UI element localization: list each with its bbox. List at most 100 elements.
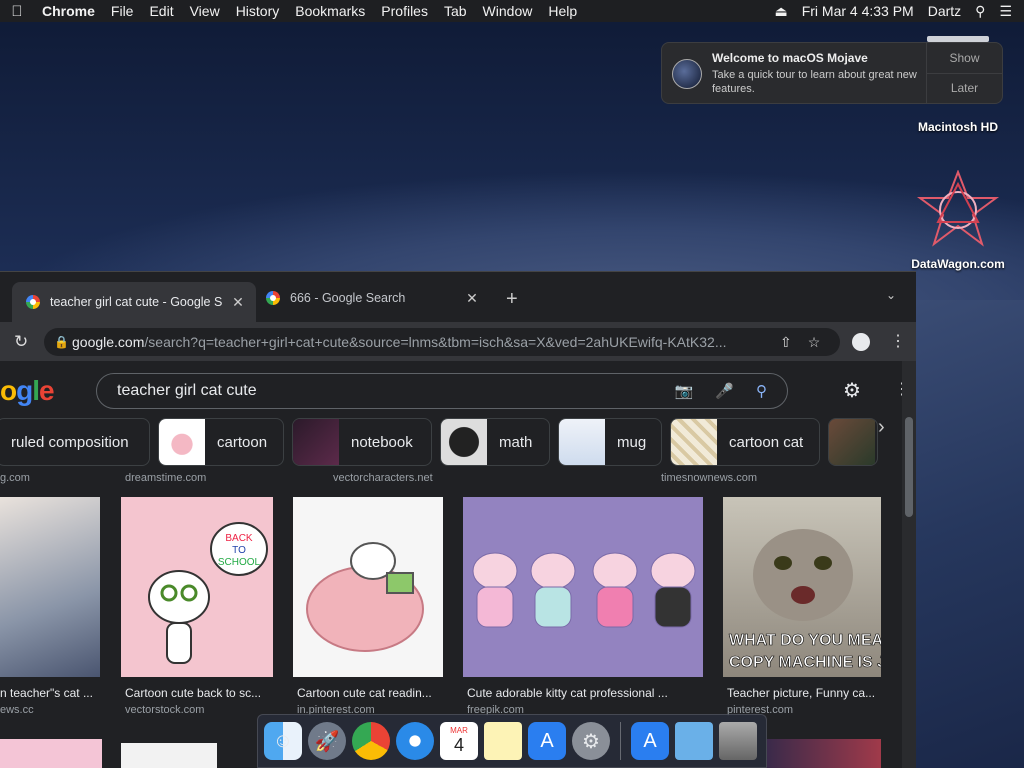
eject-icon[interactable]: ⏏: [774, 3, 787, 20]
result-source[interactable]: vectorcharacters.net: [333, 472, 433, 484]
search-query[interactable]: teacher girl cat cute: [117, 382, 675, 400]
launchpad-icon[interactable]: 🚀: [308, 722, 346, 760]
speech-text: SCHOOL: [218, 557, 261, 568]
spotlight-icon[interactable]: ⚲: [975, 3, 985, 20]
reload-icon[interactable]: ↻: [14, 332, 28, 352]
scrollbar-thumb[interactable]: [905, 417, 913, 517]
result-image-kitty-professional[interactable]: [463, 497, 703, 677]
menu-view[interactable]: View: [182, 3, 228, 19]
desktop-icon-datawagon[interactable]: DataWagon.com: [902, 169, 1014, 271]
result-image-back-to-school[interactable]: BACK TO SCHOOL: [121, 497, 273, 677]
notification-title: Welcome to macOS Mojave: [712, 51, 868, 65]
search-icon[interactable]: ⚲: [756, 382, 767, 400]
cat-photo-icon: WHAT DO YOU MEAN TH COPY MACHINE IS JAMM: [729, 529, 881, 671]
result-image-partial[interactable]: [0, 739, 102, 768]
result-image-partial[interactable]: [767, 739, 881, 768]
chip-thumbnail: [671, 419, 717, 465]
speech-text: BACK: [225, 533, 253, 544]
address-bar[interactable]: 🔒 google.com/search?q=teacher+girl+cat+c…: [44, 328, 840, 356]
menu-edit[interactable]: Edit: [141, 3, 181, 19]
cat-illustration-icon: BACK TO SCHOOL: [148, 522, 268, 664]
search-input[interactable]: teacher girl cat cute 📷 🎤 ⚲: [96, 373, 788, 409]
chip-mug[interactable]: mug: [558, 418, 662, 466]
tab-teacher-search[interactable]: teacher girl cat cute - Google S ✕: [12, 282, 256, 322]
result-source[interactable]: dreamstime.com: [125, 472, 206, 484]
chip-cartoon-cat[interactable]: cartoon cat: [670, 418, 820, 466]
result-caption[interactable]: Cartoon cute cat readin...: [297, 686, 432, 700]
result-source[interactable]: g.com: [0, 472, 30, 484]
dock: ☺ 🚀 MAR 4 A ⚙ A: [257, 714, 767, 768]
system-preferences-icon[interactable]: ⚙: [572, 722, 610, 760]
app-store-icon[interactable]: A: [528, 722, 566, 760]
tab-title: 666 - Google Search: [290, 291, 406, 305]
menu-file[interactable]: File: [103, 3, 142, 19]
google-images-page: ogle teacher girl cat cute 📷 🎤 ⚲ ⚙ ⋮ rul…: [0, 361, 902, 768]
chip-ruled-composition[interactable]: ruled composition: [0, 418, 150, 466]
app-store-download-icon[interactable]: A: [631, 722, 669, 760]
desktop-icon-label: Macintosh HD: [917, 120, 998, 134]
settings-gear-icon[interactable]: ⚙: [843, 378, 861, 403]
share-icon[interactable]: ⇧: [780, 334, 792, 351]
result-source[interactable]: vectorstock.com: [125, 704, 204, 716]
menu-tab[interactable]: Tab: [436, 3, 475, 19]
chip-thumbnail: [559, 419, 605, 465]
result-caption[interactable]: Cartoon cute back to sc...: [125, 686, 261, 700]
google-favicon-icon: [266, 291, 280, 305]
bookmark-star-icon[interactable]: ☆: [808, 334, 821, 351]
menu-user[interactable]: Dartz: [928, 3, 961, 19]
result-source[interactable]: timesnownews.com: [661, 472, 757, 484]
address-url[interactable]: google.com/search?q=teacher+girl+cat+cut…: [72, 334, 772, 350]
result-caption[interactable]: n teacher"s cat ...: [0, 686, 93, 700]
apple-icon[interactable]: : [0, 3, 34, 20]
menu-bookmarks[interactable]: Bookmarks: [287, 3, 373, 19]
browser-toolbar: ↻ 🔒 google.com/search?q=teacher+girl+cat…: [0, 322, 916, 362]
meme-text-line1: WHAT DO YOU MEAN TH: [729, 632, 881, 649]
more-menu-icon[interactable]: ⋮: [890, 331, 906, 351]
chip-thumbnail: [159, 419, 205, 465]
page-scrollbar[interactable]: [902, 361, 916, 768]
lock-icon[interactable]: 🔒: [54, 335, 72, 349]
menu-app-name[interactable]: Chrome: [34, 3, 103, 19]
profile-avatar-icon[interactable]: [852, 333, 870, 351]
menu-window[interactable]: Window: [475, 3, 541, 19]
chip-cartoon[interactable]: cartoon: [158, 418, 284, 466]
result-image-partial[interactable]: [121, 743, 217, 768]
menu-clock[interactable]: Fri Mar 4 4:33 PM: [802, 3, 914, 19]
chrome-icon[interactable]: [352, 722, 390, 760]
notification-show-button[interactable]: Show: [927, 43, 1002, 73]
result-image-anime[interactable]: [0, 497, 100, 677]
microphone-icon[interactable]: 🎤: [715, 382, 734, 400]
chip-notebook[interactable]: notebook: [292, 418, 432, 466]
menu-help[interactable]: Help: [540, 3, 585, 19]
tab-666-search[interactable]: 666 - Google Search ✕: [262, 282, 490, 314]
chevron-right-icon[interactable]: ›: [878, 416, 885, 439]
new-tab-icon[interactable]: +: [506, 288, 518, 311]
close-tab-icon[interactable]: ✕: [464, 290, 480, 307]
datawagon-icon: [916, 169, 1000, 247]
notes-icon[interactable]: [484, 722, 522, 760]
desktop-icon-label: DataWagon.com: [911, 257, 1005, 271]
result-image-cat-reading[interactable]: [293, 497, 443, 677]
result-caption[interactable]: Cute adorable kitty cat professional ...: [467, 686, 668, 700]
result-caption[interactable]: Teacher picture, Funny ca...: [727, 686, 875, 700]
notification-body: Take a quick tour to learn about great n…: [712, 69, 917, 95]
camera-icon[interactable]: 📷: [675, 382, 694, 400]
menu-history[interactable]: History: [228, 3, 288, 19]
apps-icon[interactable]: ⋮: [894, 379, 902, 399]
finder-icon[interactable]: ☺: [264, 722, 302, 760]
notification-later-button[interactable]: Later: [927, 72, 1002, 104]
chip-more[interactable]: [828, 418, 878, 466]
google-logo[interactable]: ogle: [0, 375, 55, 407]
menu-profiles[interactable]: Profiles: [373, 3, 436, 19]
tab-title: teacher girl cat cute - Google S: [50, 295, 223, 309]
downloads-folder-icon[interactable]: [675, 722, 713, 760]
result-source[interactable]: ews.cc: [0, 704, 34, 716]
trash-icon[interactable]: [719, 722, 757, 760]
calendar-icon[interactable]: MAR 4: [440, 722, 478, 760]
tab-search-chevron-icon[interactable]: ⌄: [886, 288, 896, 302]
chip-math[interactable]: math: [440, 418, 550, 466]
notification-center-icon[interactable]: ☰: [999, 3, 1012, 20]
safari-icon[interactable]: [396, 722, 434, 760]
close-tab-icon[interactable]: ✕: [230, 294, 246, 311]
result-image-funny-cat[interactable]: WHAT DO YOU MEAN TH COPY MACHINE IS JAMM: [723, 497, 881, 677]
